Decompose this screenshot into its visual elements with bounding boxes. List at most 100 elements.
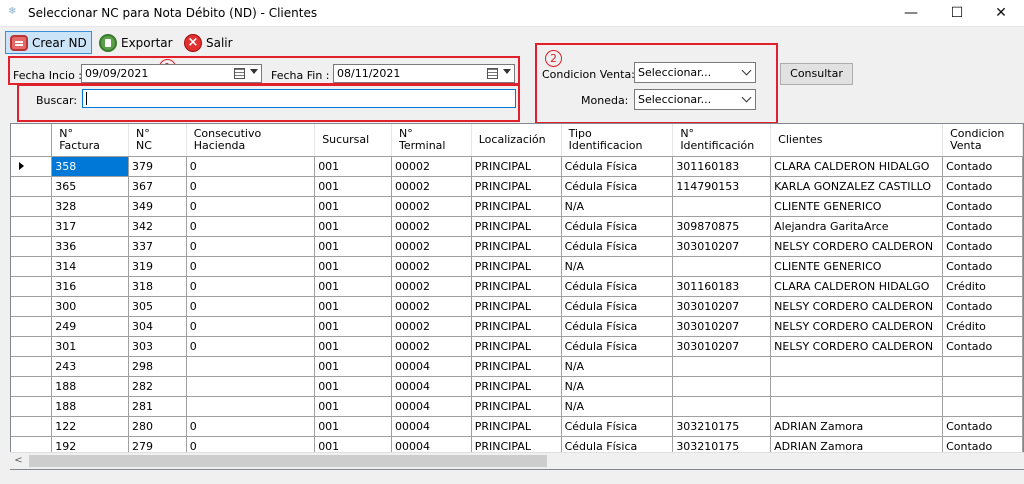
scroll-right-area[interactable] [1007, 453, 1024, 470]
column-header[interactable]: Consecutivo Hacienda [186, 124, 316, 157]
table-cell[interactable]: 114790153 [672, 176, 772, 197]
table-cell[interactable]: Contado [942, 196, 1023, 217]
table-cell[interactable]: 316 [51, 276, 129, 297]
table-cell[interactable]: 00002 [391, 156, 472, 177]
table-cell[interactable]: 0 [186, 236, 316, 257]
table-cell[interactable]: PRINCIPAL [471, 396, 562, 417]
table-cell[interactable]: 298 [128, 356, 187, 377]
table-cell[interactable]: 00002 [391, 236, 472, 257]
column-header[interactable]: Sucursal [314, 124, 392, 157]
table-cell[interactable]: CLIENTE GENERICO [770, 256, 944, 277]
table-cell[interactable] [186, 396, 316, 417]
row-header[interactable] [11, 396, 53, 417]
table-cell[interactable]: 188 [51, 396, 129, 417]
row-header[interactable] [11, 336, 53, 357]
table-cell[interactable]: Contado [942, 416, 1023, 437]
scroll-thumb[interactable] [29, 455, 547, 467]
table-cell[interactable]: 00004 [391, 416, 472, 437]
table-row[interactable]: 317 342 0 001 00002 PRINCIPAL Cédula Física 309… [11, 216, 1023, 237]
row-header[interactable] [11, 156, 53, 177]
table-cell[interactable]: 00002 [391, 296, 472, 317]
table-cell[interactable]: 304 [128, 316, 187, 337]
table-cell[interactable]: 317 [51, 216, 129, 237]
table-cell[interactable]: PRINCIPAL [471, 316, 562, 337]
table-cell[interactable]: 001 [314, 276, 392, 297]
table-cell[interactable]: 001 [314, 416, 392, 437]
table-cell[interactable]: 001 [314, 336, 392, 357]
salir-button[interactable]: × Salir [180, 31, 236, 54]
table-cell[interactable]: 001 [314, 296, 392, 317]
table-cell[interactable]: NELSY CORDERO CALDERON [770, 336, 944, 357]
table-row[interactable]: 188 282 001 00004 PRINCIPAL N/A [11, 376, 1023, 397]
table-cell[interactable]: 0 [186, 256, 316, 277]
table-cell[interactable]: 001 [314, 396, 392, 417]
table-cell[interactable]: 243 [51, 356, 129, 377]
table-cell[interactable]: 00002 [391, 336, 472, 357]
table-cell[interactable]: 00002 [391, 316, 472, 337]
table-cell[interactable]: 328 [51, 196, 129, 217]
table-cell[interactable]: N/A [561, 356, 674, 377]
table-cell[interactable]: 342 [128, 216, 187, 237]
table-cell[interactable]: PRINCIPAL [471, 236, 562, 257]
table-cell[interactable]: CLIENTE GENERICO [770, 196, 944, 217]
column-header[interactable]: N° Identificación [672, 124, 772, 157]
table-cell[interactable]: 303210175 [672, 416, 772, 437]
table-cell[interactable]: 00004 [391, 376, 472, 397]
column-header[interactable]: Clientes [770, 124, 944, 157]
table-cell[interactable]: N/A [561, 396, 674, 417]
table-cell[interactable]: Alejandra GaritaArce [770, 216, 944, 237]
table-cell[interactable]: PRINCIPAL [471, 256, 562, 277]
table-cell[interactable]: Contado [942, 176, 1023, 197]
table-cell[interactable]: 00002 [391, 256, 472, 277]
maximize-button[interactable]: ☐ [934, 0, 980, 27]
table-cell[interactable]: 249 [51, 316, 129, 337]
table-cell[interactable]: 319 [128, 256, 187, 277]
row-header[interactable] [11, 236, 53, 257]
row-header[interactable] [11, 276, 53, 297]
table-cell[interactable]: 001 [314, 376, 392, 397]
table-cell[interactable]: 301 [51, 336, 129, 357]
table-cell[interactable]: Cédula Física [561, 176, 674, 197]
table-cell[interactable]: 0 [186, 276, 316, 297]
table-cell[interactable]: PRINCIPAL [471, 276, 562, 297]
row-header[interactable] [11, 196, 53, 217]
table-cell[interactable] [942, 396, 1023, 417]
table-cell[interactable]: 0 [186, 316, 316, 337]
table-cell[interactable]: N/A [561, 196, 674, 217]
table-cell[interactable] [770, 376, 944, 397]
table-cell[interactable]: 303010207 [672, 316, 772, 337]
table-cell[interactable]: Contado [942, 236, 1023, 257]
table-cell[interactable]: NELSY CORDERO CALDERON [770, 236, 944, 257]
table-cell[interactable]: 301160183 [672, 276, 772, 297]
table-cell[interactable]: 0 [186, 416, 316, 437]
table-cell[interactable]: 001 [314, 196, 392, 217]
table-cell[interactable]: Contado [942, 216, 1023, 237]
table-cell[interactable]: 303 [128, 336, 187, 357]
table-cell[interactable]: Contado [942, 296, 1023, 317]
table-cell[interactable]: 001 [314, 216, 392, 237]
row-header[interactable] [11, 256, 53, 277]
table-cell[interactable]: PRINCIPAL [471, 376, 562, 397]
table-cell[interactable]: 365 [51, 176, 129, 197]
minimize-button[interactable]: — [888, 0, 934, 27]
table-cell[interactable]: 00004 [391, 396, 472, 417]
table-cell[interactable]: ADRIAN Zamora [770, 416, 944, 437]
table-cell[interactable]: 00004 [391, 356, 472, 377]
column-header[interactable]: N° Factura [51, 124, 129, 157]
table-cell[interactable] [672, 196, 772, 217]
crear-nd-button[interactable]: Crear ND [5, 31, 92, 54]
table-cell[interactable]: 337 [128, 236, 187, 257]
table-cell[interactable]: Cédula Física [561, 296, 674, 317]
table-row[interactable]: 300 305 0 001 00002 PRINCIPAL Cédula Física 303… [11, 296, 1023, 317]
table-row[interactable]: 122 280 0 001 00004 PRINCIPAL Cédula Física 303… [11, 416, 1023, 437]
table-cell[interactable]: N/A [561, 376, 674, 397]
table-cell[interactable]: N/A [561, 256, 674, 277]
table-cell[interactable]: 280 [128, 416, 187, 437]
table-cell[interactable]: 001 [314, 256, 392, 277]
table-cell[interactable]: 0 [186, 156, 316, 177]
table-cell[interactable]: CLARA CALDERON HIDALGO [770, 276, 944, 297]
table-cell[interactable]: 00002 [391, 176, 472, 197]
table-row[interactable]: 243 298 001 00004 PRINCIPAL N/A [11, 356, 1023, 377]
table-cell[interactable]: NELSY CORDERO CALDERON [770, 296, 944, 317]
table-cell[interactable]: 001 [314, 356, 392, 377]
